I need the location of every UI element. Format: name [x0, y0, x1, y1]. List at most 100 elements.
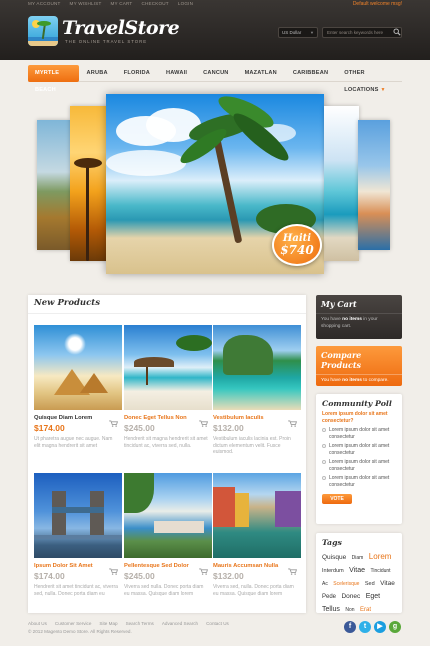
- radio-button[interactable]: [322, 444, 326, 448]
- footer-link[interactable]: Customer Service: [55, 621, 92, 626]
- tag-link[interactable]: Tellus: [322, 606, 340, 613]
- cart-icon[interactable]: [199, 568, 208, 575]
- footer-link[interactable]: Search Terms: [126, 621, 154, 626]
- my-cart-title[interactable]: My Cart: [316, 295, 402, 314]
- footer-link[interactable]: Advanced Search: [162, 621, 198, 626]
- tag-link[interactable]: Ac: [322, 581, 328, 587]
- currency-value: US Dollar: [282, 30, 302, 35]
- search-placeholder: Enter search keywords here: [327, 30, 384, 35]
- nav-item-aruba[interactable]: ARUBA: [79, 65, 116, 82]
- search-icon[interactable]: [393, 28, 401, 36]
- twitter-icon[interactable]: t: [359, 621, 371, 633]
- tag-link[interactable]: Lorem: [369, 552, 392, 561]
- compare-products-text: You have no items to compare.: [321, 378, 389, 383]
- product-card: Mauris Accumsan Nulla $132.00 Viverra se…: [213, 473, 301, 597]
- tag-link[interactable]: Eget: [366, 593, 380, 600]
- product-image-canal-houses[interactable]: [213, 473, 301, 558]
- tags-box: Tags Quisque Diam Lorem Interdum Vitae T…: [316, 533, 402, 613]
- my-cart-text: You have no items in your shopping cart.: [321, 317, 378, 329]
- tag-link[interactable]: Sed: [365, 581, 375, 587]
- tag-cloud: Quisque Diam Lorem Interdum Vitae Tincid…: [316, 550, 402, 615]
- cart-icon[interactable]: [199, 420, 208, 427]
- tag-link[interactable]: Tincidunt: [370, 568, 390, 574]
- product-image-coastal-town[interactable]: [124, 473, 212, 558]
- search-input[interactable]: Enter search keywords here: [322, 27, 402, 38]
- product-description: Hendrerit sit magna hendrerit sit amet t…: [124, 436, 208, 449]
- product-image-tower-bridge[interactable]: [34, 473, 122, 558]
- poll-title: Community Poll: [322, 399, 392, 408]
- welcome-message: Default welcome msg!: [352, 1, 402, 7]
- product-description: Vestibulum iaculis lacinia est. Proin di…: [213, 436, 291, 456]
- cart-icon[interactable]: [109, 420, 118, 427]
- main-nav: MYRTLE BEACH ARUBA FLORIDA HAWAII CANCUN…: [28, 64, 402, 93]
- footer-link[interactable]: Site Map: [99, 621, 117, 626]
- nav-item-caribbean[interactable]: CARIBBEAN: [285, 65, 336, 82]
- price-badge[interactable]: Haiti $740: [272, 224, 322, 266]
- product-image-pyramids[interactable]: [34, 325, 122, 410]
- tag-link[interactable]: Scelerisque: [333, 581, 359, 587]
- radio-button[interactable]: [322, 428, 326, 432]
- footer-links: About Us Customer Service Site Map Searc…: [28, 621, 229, 626]
- tag-link[interactable]: Pede: [322, 594, 336, 600]
- slide-thumb-lagoon[interactable]: [324, 106, 359, 261]
- cart-icon[interactable]: [288, 568, 297, 575]
- nav-item-florida[interactable]: FLORIDA: [116, 65, 158, 82]
- logo[interactable]: TravelStore THE ONLINE TRAVEL STORE: [28, 16, 180, 48]
- product-image-tropical-cove[interactable]: [213, 325, 301, 410]
- tag-link[interactable]: Vitae: [349, 567, 365, 574]
- vote-button[interactable]: VOTE: [322, 494, 352, 504]
- product-description: Hendrerit sit amet tincidunt ac, viverra…: [34, 584, 118, 597]
- tag-link[interactable]: Quisque: [322, 554, 346, 561]
- top-link[interactable]: MY CART: [111, 1, 133, 6]
- tag-link[interactable]: Non: [345, 607, 354, 613]
- youtube-icon[interactable]: ▶: [374, 621, 386, 633]
- product-card: Ipsum Dolor Sit Amet $174.00 Hendrerit s…: [34, 473, 122, 597]
- product-description: Viverra sed nulla. Donec porta diam eu m…: [124, 584, 204, 597]
- product-card: Vestibulum Iaculis $132.00 Vestibulum ia…: [213, 325, 301, 456]
- nav-item-other-locations[interactable]: OTHER LOCATIONS ▼: [336, 65, 402, 93]
- product-image-beach-hut[interactable]: [124, 325, 212, 410]
- slide-thumb-coast[interactable]: [37, 120, 70, 250]
- tag-link[interactable]: Vitae: [380, 580, 395, 587]
- cart-icon[interactable]: [109, 568, 118, 575]
- poll-option[interactable]: Lorem ipsum dolor sit amet consectetur: [316, 472, 402, 488]
- footer-link[interactable]: About Us: [28, 621, 47, 626]
- facebook-icon[interactable]: f: [344, 621, 356, 633]
- nav-item-myrtle-beach[interactable]: MYRTLE BEACH: [28, 64, 79, 93]
- nav-item-cancun[interactable]: CANCUN: [195, 65, 236, 82]
- google-icon[interactable]: g: [389, 621, 401, 633]
- tag-link[interactable]: Interdum: [322, 568, 344, 574]
- header-bar: MY ACCOUNT MY WISHLIST MY CART CHECKOUT …: [0, 0, 430, 60]
- tag-link[interactable]: Diam: [352, 555, 364, 561]
- top-link[interactable]: LOGIN: [178, 1, 193, 6]
- slide-thumb-resort[interactable]: [358, 120, 390, 250]
- radio-button[interactable]: [322, 460, 326, 464]
- product-description: Ut pharetra augue nec augue. Nam elit ma…: [34, 436, 113, 449]
- cart-icon[interactable]: [288, 420, 297, 427]
- community-poll-box: Community Poll Lorem ipsum dolor sit ame…: [316, 394, 402, 524]
- nav-item-hawaii[interactable]: HAWAII: [158, 65, 195, 82]
- tags-title: Tags: [322, 538, 342, 547]
- slide-thumb-sunset[interactable]: [70, 106, 108, 261]
- divider: [28, 313, 306, 314]
- nav-item-mazatlan[interactable]: MAZATLAN: [237, 65, 285, 82]
- top-link[interactable]: MY ACCOUNT: [28, 1, 61, 6]
- compare-products-title[interactable]: Compare Products: [316, 346, 402, 375]
- product-card: Quisque Diam Lorem $174.00 Ut pharetra a…: [34, 325, 122, 449]
- logo-title: TravelStore: [62, 17, 180, 39]
- top-link[interactable]: CHECKOUT: [141, 1, 168, 6]
- top-link[interactable]: MY WISHLIST: [70, 1, 102, 6]
- chevron-down-icon: ▼: [380, 86, 386, 93]
- poll-option[interactable]: Lorem ipsum dolor sit amet consectetur: [316, 424, 402, 440]
- currency-select[interactable]: US Dollar ▼: [278, 27, 318, 38]
- badge-price: $740: [280, 243, 314, 257]
- tag-link[interactable]: Erat: [360, 607, 371, 613]
- footer-link[interactable]: Contact Us: [206, 621, 229, 626]
- product-description: Viverra sed, nulla. Donec porta diam eu …: [213, 584, 294, 597]
- tag-link[interactable]: Donec: [341, 593, 360, 600]
- radio-button[interactable]: [322, 476, 326, 480]
- new-products-title: New Products: [34, 298, 101, 308]
- poll-option[interactable]: Lorem ipsum dolor sit amet consectetur: [316, 440, 402, 456]
- poll-option[interactable]: Lorem ipsum dolor sit amet consectetur: [316, 456, 402, 472]
- compare-products-box: Compare Products You have no items to co…: [316, 346, 402, 386]
